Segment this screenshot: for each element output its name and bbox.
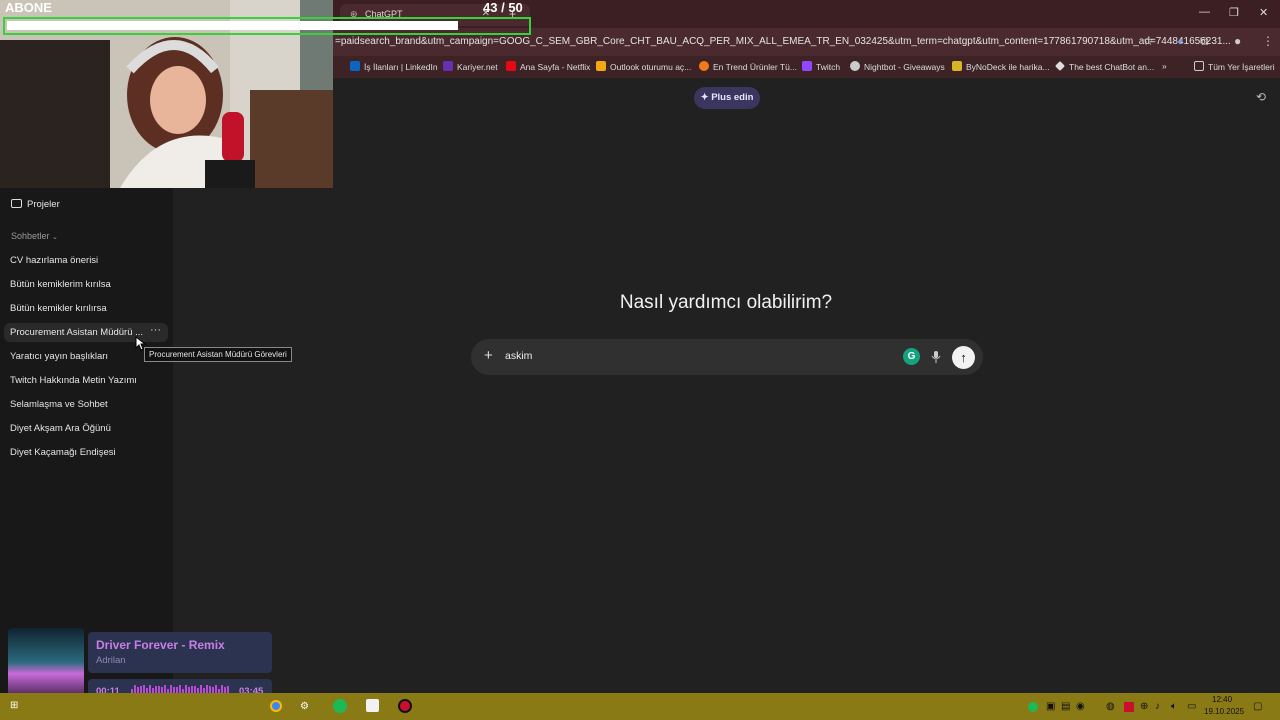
chevron-down-icon: ⌄ [52, 234, 58, 241]
network-icon[interactable]: ⊕ [1140, 701, 1148, 712]
temporary-chat-icon[interactable]: ⟲ [1256, 90, 1266, 104]
minimize-icon[interactable]: — [1199, 6, 1210, 18]
bookmark-item[interactable]: ByNoDeck ile harika... [952, 61, 1050, 72]
steam-tray-icon[interactable]: ◍ [1106, 701, 1115, 712]
clock-date[interactable]: 19.10.2025 [1204, 707, 1244, 716]
bookmark-item[interactable]: Twitch [802, 61, 840, 72]
bookmark-item[interactable]: İş İlanları | LinkedIn [350, 61, 438, 72]
extension-icon[interactable]: ◖ [1176, 34, 1183, 48]
url-text[interactable]: =paidsearch_brand&utm_campaign=GOOG_C_SE… [335, 36, 1231, 47]
folder-icon [11, 199, 22, 208]
spotify-tray-icon[interactable] [1028, 702, 1038, 712]
projects-link[interactable]: Projeler [11, 199, 60, 210]
subscriber-goal-label: ABONE [5, 0, 52, 15]
bookmark-item[interactable]: Ana Sayfa - Netflix [506, 61, 590, 72]
send-button[interactable]: ↑ [952, 346, 975, 369]
volume-icon[interactable]: 🔈︎ [1171, 701, 1177, 712]
sidebar-chat-item[interactable]: Yaratıcı yayın başlıkları [10, 351, 108, 362]
clock-time[interactable]: 12:40 [1212, 695, 1232, 704]
tray-app-icon[interactable] [1124, 702, 1134, 712]
sparkle-icon: ✦ [700, 92, 709, 103]
subscriber-goal-fill [7, 21, 458, 30]
discord-tray-icon[interactable]: ◉ [1076, 701, 1085, 712]
track-title: Driver Forever - Remix [96, 638, 225, 652]
sidebar-chat-item[interactable]: Selamlaşma ve Sohbet [10, 399, 108, 410]
sidebar-chat-item[interactable]: Procurement Asistan Müdürü ... [10, 327, 143, 338]
message-input[interactable] [505, 350, 885, 362]
spotify-taskbar-icon[interactable] [333, 699, 347, 713]
sidebar-chat-item[interactable]: Bütün kemikler kırılırsa [10, 303, 107, 314]
chat-title-tooltip: Procurement Asistan Müdürü Görevleri [144, 347, 292, 362]
linkedin-icon [350, 61, 360, 71]
bookmark-item[interactable]: Kariyer.net [443, 61, 498, 72]
store-taskbar-icon[interactable] [366, 699, 379, 712]
bookmark-item[interactable]: En Trend Ürünler Tü... [699, 61, 797, 72]
windows-start-icon[interactable]: ⊞ [10, 700, 18, 711]
subscriber-goal-count: 43 / 50 [483, 0, 523, 15]
message-composer: + G ↑ [471, 339, 983, 375]
attach-plus-icon[interactable]: + [484, 347, 493, 364]
nightbot-icon [850, 61, 860, 71]
windows-taskbar [0, 693, 1280, 720]
all-bookmarks-folder[interactable]: Tüm Yer İşaretleri [1194, 61, 1275, 72]
welcome-heading: Nasıl yardımcı olabilirim? [619, 292, 833, 313]
track-artist: Adrilan [96, 655, 126, 666]
chrome-taskbar-icon[interactable] [270, 700, 282, 712]
mouse-cursor-icon [135, 336, 146, 351]
sidebar-chat-item[interactable]: Diyet Akşam Ara Öğünü [10, 423, 111, 434]
display-icon[interactable]: ▭ [1187, 701, 1196, 712]
tray-app-icon[interactable]: ▣ [1046, 701, 1055, 712]
close-window-icon[interactable]: ✕ [1259, 6, 1268, 19]
bynodeck-icon [952, 61, 962, 71]
menu-kebab-icon[interactable]: ⋮ [1262, 34, 1274, 48]
sidebar-chat-item[interactable]: Bütün kemiklerim kırılsa [10, 279, 111, 290]
chatbot-icon [1055, 61, 1065, 71]
sidebar-chat-item[interactable]: CV hazırlama önerisi [10, 255, 98, 266]
obs-taskbar-icon[interactable] [398, 699, 412, 713]
bookmark-item[interactable]: Nightbot - Giveaways [850, 61, 945, 72]
grammarly-icon[interactable]: G [903, 348, 920, 365]
folder-icon [1194, 61, 1204, 71]
more-bookmarks-icon[interactable]: » [1162, 61, 1167, 71]
bookmark-item[interactable]: Outlook oturumu aç... [596, 61, 691, 72]
notifications-icon[interactable]: ▢ [1253, 701, 1262, 712]
chats-section-header[interactable]: Sohbetler ⌄ [11, 231, 58, 241]
twitch-icon [802, 61, 812, 71]
bookmark-item[interactable]: The best ChatBot an... [1055, 61, 1154, 72]
microphone-icon[interactable] [931, 350, 941, 364]
tray-app-icon[interactable]: ▤ [1061, 701, 1070, 712]
extensions-puzzle-icon[interactable]: ⧉ [1200, 34, 1209, 49]
bookmark-star-icon[interactable]: ☆ [1143, 34, 1154, 48]
mic-tray-icon[interactable]: ♪ [1155, 701, 1160, 712]
trendyol-icon [699, 61, 709, 71]
profile-avatar-icon[interactable]: ● [1234, 34, 1241, 48]
sidebar-chat-item[interactable]: Twitch Hakkında Metin Yazımı [10, 375, 137, 386]
microsoft-icon [596, 61, 606, 71]
maximize-icon[interactable]: ❐ [1229, 6, 1239, 19]
netflix-icon [506, 61, 516, 71]
sidebar-chat-item[interactable]: Diyet Kaçamağı Endişesi [10, 447, 116, 458]
more-options-icon[interactable]: ··· [150, 324, 161, 336]
kariyer-icon [443, 61, 453, 71]
get-plus-button[interactable]: ✦ Plus edin [694, 87, 760, 109]
steam-taskbar-icon[interactable]: ⚙ [300, 701, 309, 712]
